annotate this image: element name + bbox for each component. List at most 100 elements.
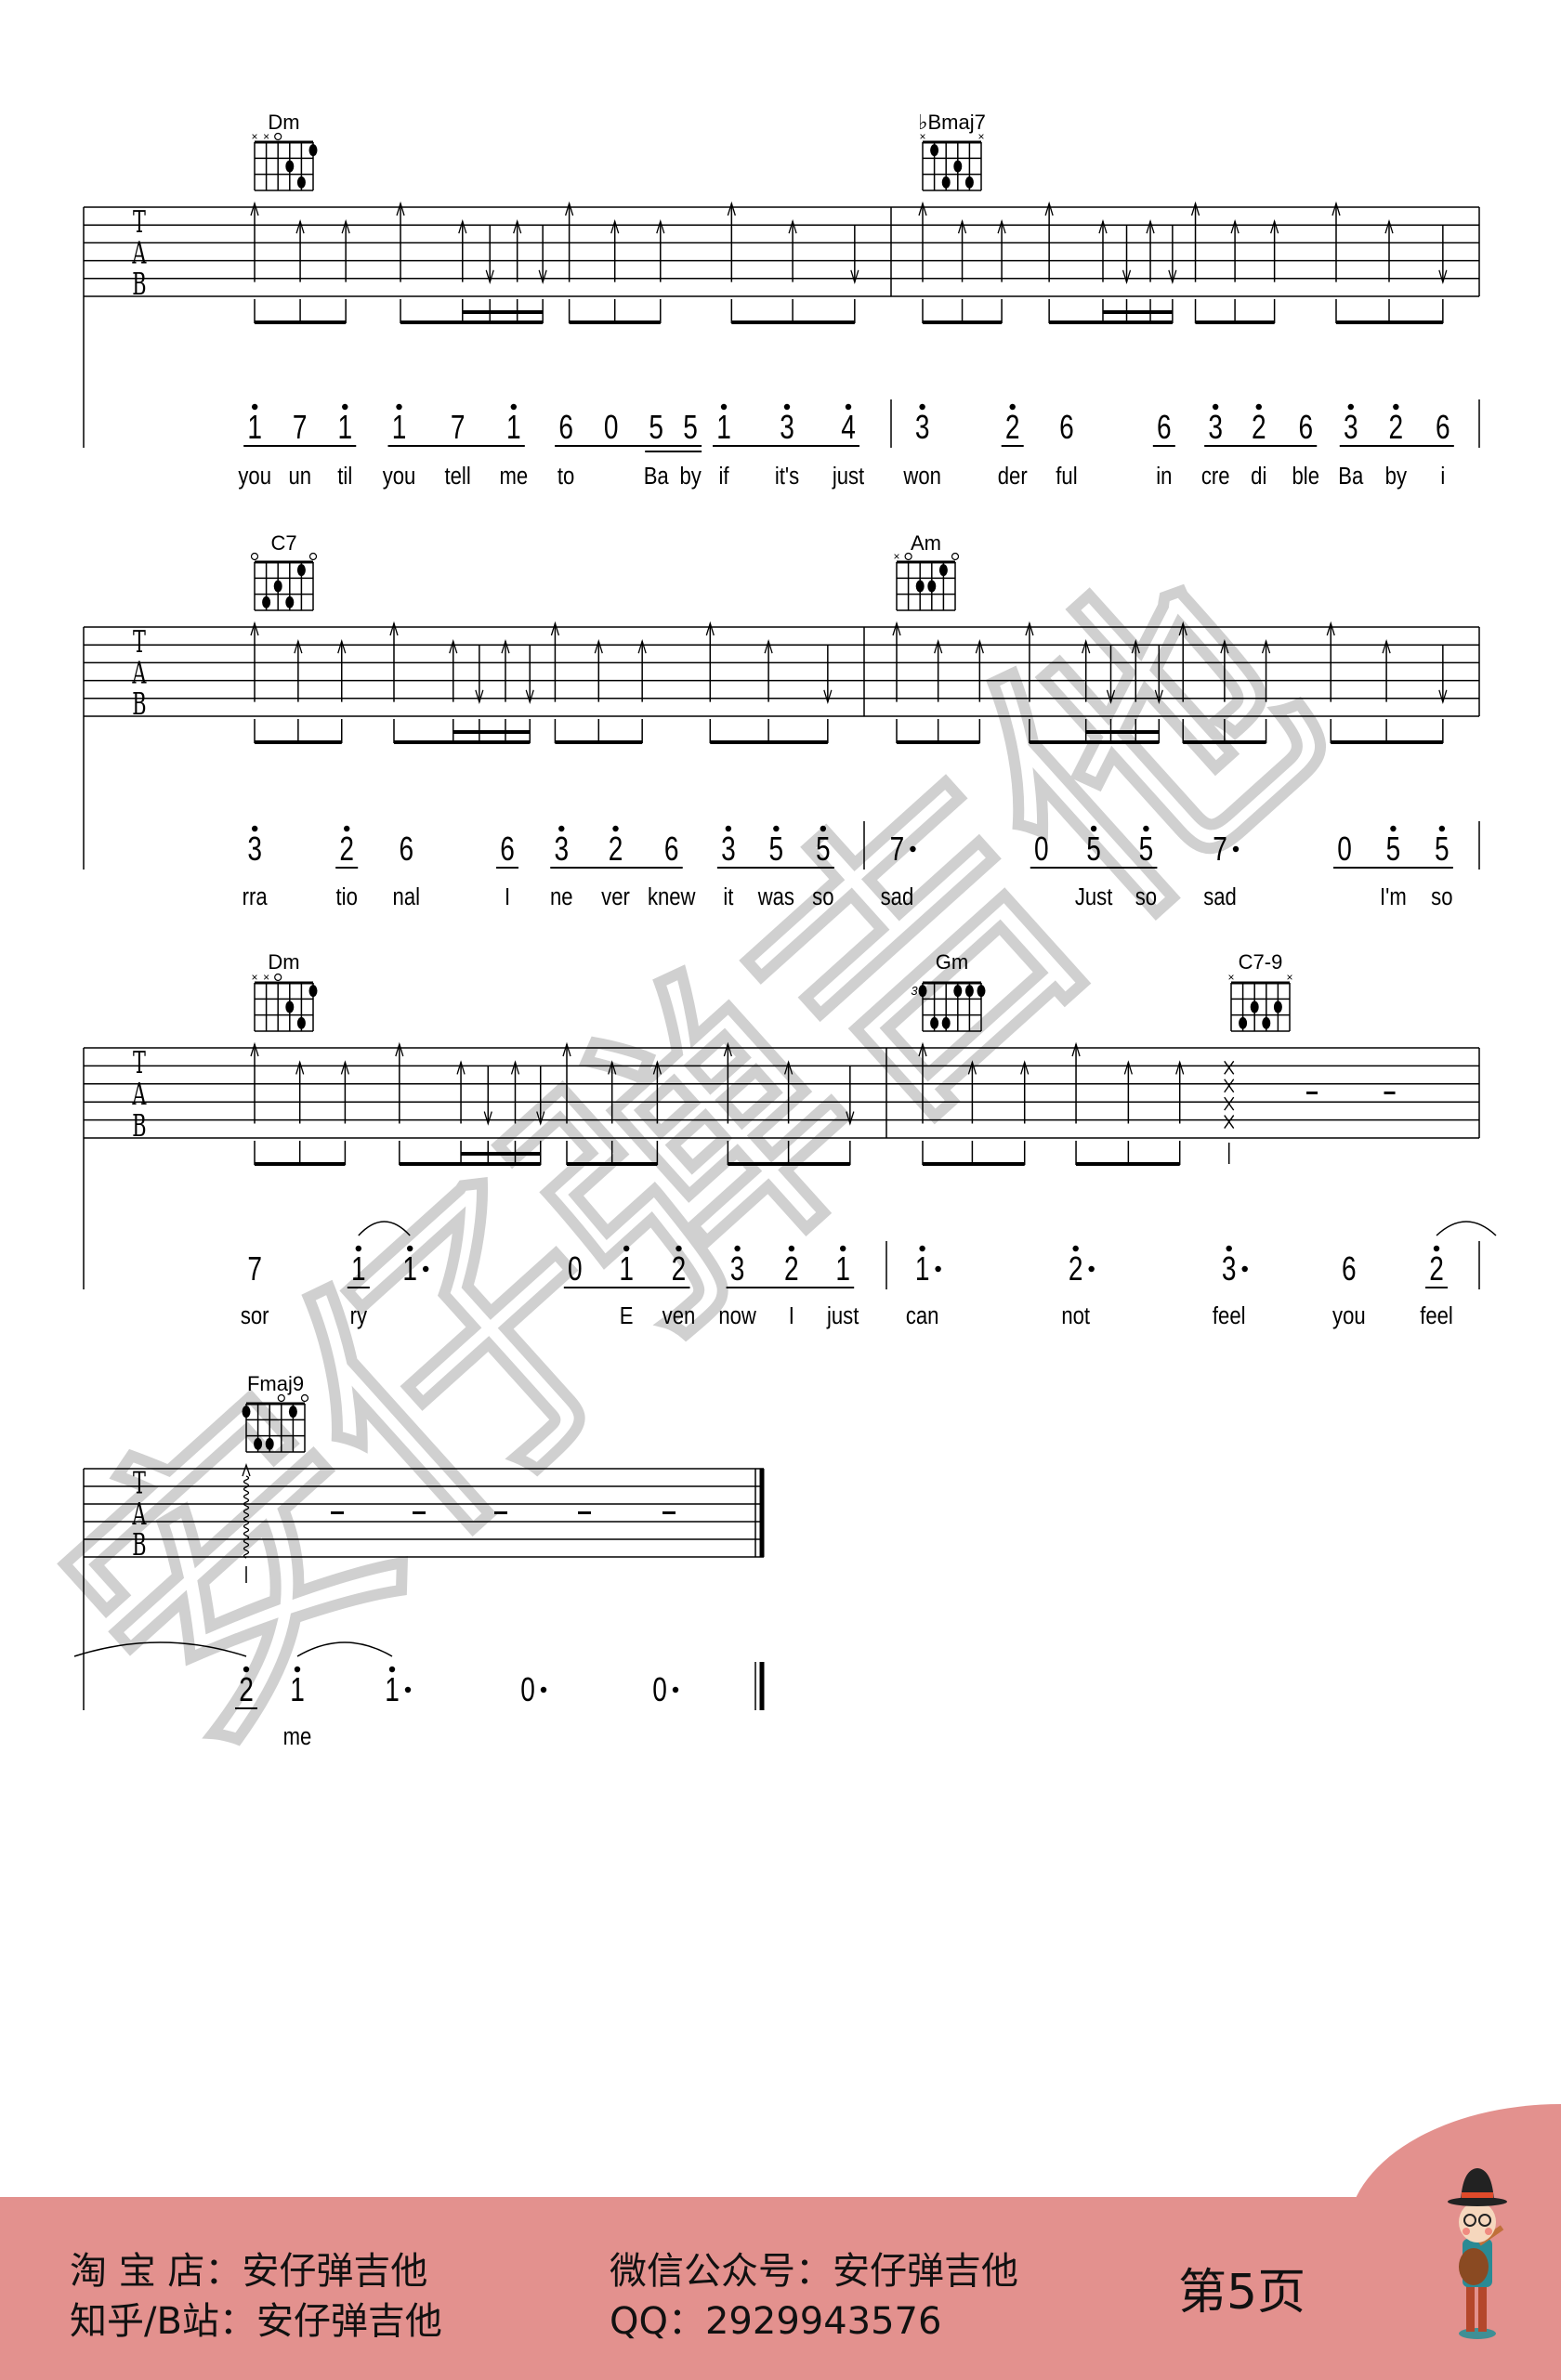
open-string-icon bbox=[308, 552, 318, 561]
note-digit: 0 bbox=[568, 1250, 583, 1288]
lyric-syllable: der bbox=[998, 463, 1028, 490]
qq-text: QQ：2929943576 bbox=[610, 2300, 942, 2343]
note-digit: 5 bbox=[1386, 830, 1401, 868]
note-digit: 2 bbox=[1389, 409, 1404, 446]
chord-name: Fmaj9 bbox=[247, 1372, 304, 1395]
jianpu-note: 6I bbox=[500, 830, 515, 911]
octave-dot bbox=[1438, 825, 1446, 832]
muted-string-icon: × bbox=[1286, 971, 1292, 984]
octave-dot bbox=[676, 1245, 682, 1252]
jianpu-note: 3 cre bbox=[1201, 403, 1230, 490]
muted-strum-x-icon bbox=[1224, 1060, 1235, 1075]
note-digit: 3 bbox=[1344, 409, 1358, 446]
finger-dot bbox=[927, 580, 937, 593]
octave-dot bbox=[1433, 1245, 1440, 1252]
augmentation-dot bbox=[935, 1265, 941, 1273]
lyric-syllable: cre bbox=[1201, 463, 1230, 490]
jianpu-note: 7 sor bbox=[241, 1250, 269, 1330]
octave-dot bbox=[251, 825, 258, 832]
note-digit: 1 bbox=[402, 1250, 417, 1288]
octave-dot bbox=[1212, 403, 1219, 411]
octave-dot bbox=[1393, 403, 1399, 411]
tie-arc bbox=[1436, 1221, 1497, 1236]
tab-clef-letter: B bbox=[132, 268, 146, 302]
finger-dot bbox=[964, 985, 974, 998]
finger-dot bbox=[308, 144, 318, 157]
augmentation-dot bbox=[1088, 1265, 1095, 1273]
note-digit: 1 bbox=[290, 1671, 305, 1708]
lyric-syllable: tio bbox=[336, 883, 358, 910]
chord-name: Am bbox=[911, 531, 941, 555]
octave-dot bbox=[406, 1245, 413, 1252]
jianpu-note: 2 by bbox=[1385, 403, 1407, 490]
note-digit: 6 bbox=[558, 409, 573, 446]
jianpu-note: 1 bbox=[385, 1666, 412, 1708]
note-digit: 2 bbox=[339, 830, 354, 868]
note-digit: 3 bbox=[915, 409, 930, 446]
open-string-icon bbox=[250, 552, 259, 561]
note-digit: 1 bbox=[506, 409, 521, 446]
finger-dot bbox=[1250, 1000, 1259, 1013]
note-digit: 1 bbox=[915, 1250, 930, 1288]
octave-dot bbox=[294, 1666, 301, 1673]
jianpu-note: 1 til bbox=[337, 403, 352, 490]
note-digit: 6 bbox=[664, 830, 679, 868]
augmentation-dot bbox=[1241, 1265, 1248, 1273]
jianpu-note: 2 bbox=[239, 1666, 254, 1708]
lyric-syllable: Ba bbox=[1338, 463, 1364, 490]
muted-string-icon: × bbox=[977, 130, 984, 143]
open-string-icon bbox=[951, 552, 960, 561]
lyric-syllable: ne bbox=[550, 883, 573, 910]
note-digit: 3 bbox=[1222, 1250, 1237, 1288]
jianpu-note: 2 der bbox=[998, 403, 1028, 490]
finger-dot bbox=[262, 595, 271, 608]
note-digit: 0 bbox=[652, 1671, 667, 1708]
chord-diagram: Am × bbox=[893, 531, 960, 611]
note-digit: 2 bbox=[239, 1671, 254, 1708]
muted-strum-x-icon bbox=[1224, 1096, 1235, 1111]
jianpu-note: 7 tell bbox=[445, 409, 471, 490]
finger-dot bbox=[941, 176, 951, 189]
lyric-syllable: so bbox=[1431, 883, 1452, 910]
jianpu-note: 7 un bbox=[288, 409, 311, 490]
chord-diagram: ♭Bmaj7× × bbox=[918, 111, 986, 191]
muted-string-icon: × bbox=[263, 971, 269, 984]
finger-dot bbox=[285, 1000, 295, 1013]
tab-clef-letter: T bbox=[133, 205, 146, 240]
augmentation-dot bbox=[1232, 845, 1240, 853]
chord-diagram: C7-9× × bbox=[1227, 950, 1293, 1032]
note-digit: 7 bbox=[1213, 830, 1227, 868]
lyric-syllable: in bbox=[1156, 463, 1172, 490]
octave-dot bbox=[396, 403, 402, 411]
octave-dot bbox=[623, 1245, 630, 1252]
octave-dot bbox=[510, 403, 518, 411]
tab-clef-letter: T bbox=[133, 1047, 146, 1081]
finger-dot bbox=[1262, 1016, 1271, 1029]
muted-string-icon: × bbox=[1227, 971, 1234, 984]
note-digit: 7 bbox=[293, 409, 308, 446]
tab-score: 安仔弹吉他 TABDm× ×♭Bmaj7× ×1you7un1til1you7tel… bbox=[0, 111, 1497, 1808]
jianpu-note: 6 ful bbox=[1056, 409, 1077, 490]
lyric-syllable: by bbox=[1385, 463, 1407, 490]
note-digit: 1 bbox=[716, 409, 731, 446]
finger-dot bbox=[938, 564, 948, 577]
tab-clef-letter: A bbox=[132, 1079, 147, 1113]
note-digit: 3 bbox=[1208, 409, 1223, 446]
lyric-syllable: un bbox=[288, 463, 311, 490]
octave-dot bbox=[725, 825, 732, 832]
lyric-syllable: just bbox=[826, 1302, 859, 1329]
lyric-syllable: tell bbox=[445, 463, 471, 490]
finger-dot bbox=[915, 580, 925, 593]
note-digit: 0 bbox=[604, 409, 619, 446]
chord-name: C7-9 bbox=[1239, 950, 1283, 974]
lyric-syllable: was bbox=[757, 883, 794, 910]
note-digit: 6 bbox=[1436, 409, 1450, 446]
lyric-syllable: not bbox=[1061, 1302, 1090, 1329]
lyric-syllable: feel bbox=[1213, 1302, 1246, 1329]
note-digit: 5 bbox=[1139, 830, 1154, 868]
lyric-syllable: ful bbox=[1056, 463, 1077, 490]
muted-string-icon: × bbox=[919, 130, 925, 143]
guitarist-mascot-icon bbox=[1448, 2168, 1507, 2339]
note-digit: 5 bbox=[1086, 830, 1101, 868]
octave-dot bbox=[342, 403, 348, 411]
